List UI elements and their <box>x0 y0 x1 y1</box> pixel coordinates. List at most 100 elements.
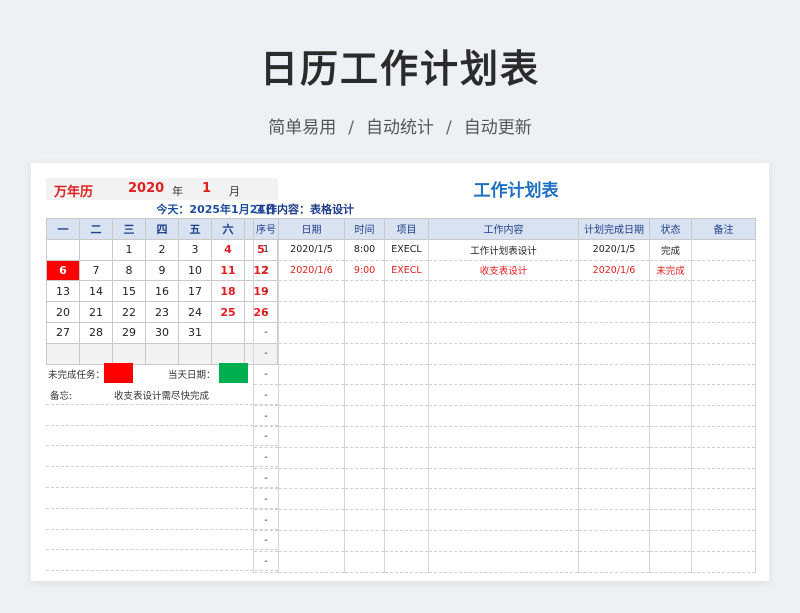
table-cell[interactable] <box>384 426 429 448</box>
table-cell[interactable] <box>428 384 579 407</box>
table-cell[interactable] <box>428 364 579 386</box>
table-cell[interactable] <box>691 280 756 303</box>
table-cell[interactable] <box>649 301 692 323</box>
table-cell[interactable] <box>384 301 429 323</box>
table-cell[interactable] <box>384 530 429 552</box>
table-cell[interactable] <box>578 364 650 386</box>
table-cell[interactable]: EXECL <box>384 239 429 261</box>
table-cell[interactable]: - <box>253 426 279 448</box>
table-cell[interactable] <box>278 530 345 552</box>
table-cell[interactable] <box>691 301 756 323</box>
calendar-day[interactable]: 3 <box>178 238 212 261</box>
calendar-day[interactable]: 20 <box>46 301 80 323</box>
table-cell[interactable]: 完成 <box>649 239 692 261</box>
table-cell[interactable] <box>278 405 345 427</box>
calendar-day[interactable]: 25 <box>211 301 245 323</box>
table-cell[interactable]: 2020/1/6 <box>578 260 650 282</box>
table-cell[interactable]: 收支表设计 <box>428 260 579 282</box>
table-cell[interactable] <box>384 551 429 573</box>
table-cell[interactable] <box>384 468 429 490</box>
table-cell[interactable] <box>649 364 692 386</box>
table-cell[interactable] <box>384 343 429 365</box>
calendar-day[interactable]: 2 <box>145 238 179 261</box>
calendar-day[interactable]: 30 <box>145 321 179 344</box>
table-cell[interactable] <box>278 551 345 573</box>
table-cell[interactable] <box>578 530 650 552</box>
table-cell[interactable] <box>649 551 692 573</box>
table-cell[interactable] <box>691 488 756 511</box>
calendar-day[interactable]: 28 <box>79 321 113 344</box>
calendar-day[interactable]: 10 <box>178 259 212 282</box>
table-cell[interactable] <box>649 426 692 448</box>
memo-row[interactable] <box>46 530 278 551</box>
table-cell[interactable] <box>578 447 650 469</box>
calendar-day[interactable]: 24 <box>178 301 212 323</box>
table-cell[interactable]: - <box>253 551 279 573</box>
table-cell[interactable] <box>428 468 579 490</box>
table-cell[interactable]: - <box>253 364 279 386</box>
table-cell[interactable] <box>578 405 650 427</box>
table-cell[interactable]: 9:00 <box>344 260 385 282</box>
memo-row[interactable] <box>46 488 278 509</box>
table-cell[interactable]: 2020/1/6 <box>278 260 345 282</box>
table-cell[interactable] <box>384 488 429 511</box>
table-cell[interactable] <box>384 322 429 344</box>
table-cell[interactable] <box>344 551 385 573</box>
table-cell[interactable] <box>278 280 345 303</box>
table-cell[interactable]: - <box>253 405 279 427</box>
table-cell[interactable] <box>649 405 692 427</box>
calendar-day[interactable]: 16 <box>145 280 179 303</box>
calendar-day[interactable]: 23 <box>145 301 179 323</box>
table-cell[interactable] <box>384 280 429 303</box>
table-cell[interactable] <box>344 280 385 303</box>
table-cell[interactable] <box>278 488 345 511</box>
table-cell[interactable] <box>649 343 692 365</box>
table-cell[interactable] <box>578 301 650 323</box>
calendar-day[interactable]: 7 <box>79 259 113 282</box>
table-cell[interactable] <box>428 530 579 552</box>
table-cell[interactable] <box>649 447 692 469</box>
table-cell[interactable]: - <box>253 488 279 511</box>
table-cell[interactable] <box>278 322 345 344</box>
calendar-day[interactable]: 27 <box>46 321 80 344</box>
table-cell[interactable] <box>344 488 385 511</box>
calendar-day[interactable]: 11 <box>211 259 245 282</box>
table-cell[interactable]: 工作计划表设计 <box>428 239 579 261</box>
table-cell[interactable] <box>278 468 345 490</box>
memo-row[interactable] <box>46 550 278 572</box>
table-cell[interactable] <box>428 280 579 303</box>
table-cell[interactable]: - <box>253 343 279 365</box>
table-cell[interactable] <box>344 468 385 490</box>
table-cell[interactable] <box>344 426 385 448</box>
table-cell[interactable] <box>428 405 579 427</box>
table-cell[interactable] <box>691 260 756 282</box>
table-cell[interactable] <box>344 364 385 386</box>
table-cell[interactable] <box>578 384 650 407</box>
memo-row[interactable] <box>46 405 278 426</box>
memo-row[interactable]: 备忘: 收支表设计需尽快完成 <box>46 384 278 405</box>
table-cell[interactable] <box>344 343 385 365</box>
table-cell[interactable] <box>649 509 692 531</box>
table-cell[interactable]: 2 <box>253 260 279 282</box>
calendar-day[interactable]: 13 <box>46 280 80 303</box>
calendar-day[interactable]: 22 <box>112 301 146 323</box>
table-cell[interactable] <box>428 509 579 531</box>
table-cell[interactable] <box>344 530 385 552</box>
table-cell[interactable] <box>428 301 579 323</box>
memo-row[interactable] <box>46 446 278 468</box>
table-cell[interactable] <box>691 405 756 427</box>
calendar-day[interactable]: 1 <box>112 238 146 261</box>
calendar-day[interactable]: 4 <box>211 238 245 261</box>
table-cell[interactable] <box>691 384 756 407</box>
table-cell[interactable]: 未完成 <box>649 260 692 282</box>
table-cell[interactable]: - <box>253 447 279 469</box>
calendar-day[interactable]: 6 <box>46 259 80 282</box>
table-cell[interactable]: - <box>253 530 279 552</box>
table-cell[interactable] <box>278 426 345 448</box>
table-cell[interactable] <box>278 301 345 323</box>
table-cell[interactable] <box>578 488 650 511</box>
table-cell[interactable] <box>344 509 385 531</box>
table-cell[interactable] <box>691 468 756 490</box>
table-cell[interactable] <box>649 468 692 490</box>
calendar-year[interactable]: 2020 <box>128 181 164 196</box>
